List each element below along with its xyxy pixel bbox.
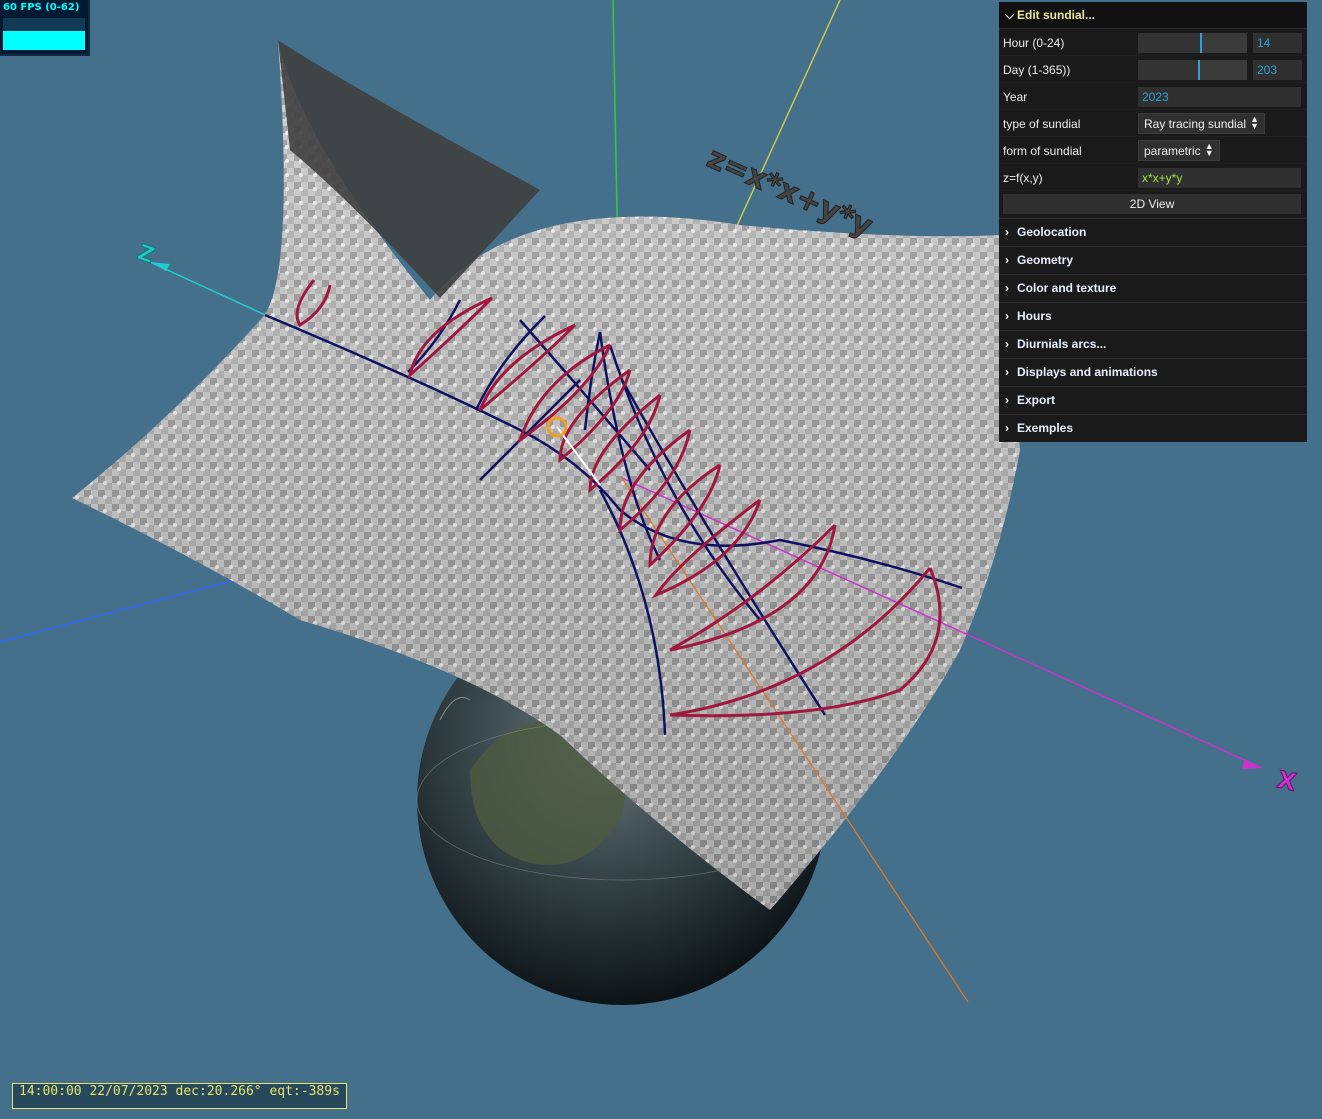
hour-slider[interactable]: [1138, 33, 1247, 53]
type-row: type of sundial Ray tracing sundial ▲ ▼: [999, 110, 1307, 137]
select-arrows-icon: ▲ ▼: [1250, 114, 1260, 131]
folder-item[interactable]: › Geolocation: [999, 218, 1307, 246]
folder-item[interactable]: › Displays and animations: [999, 358, 1307, 386]
axis-x-label: X: [1275, 765, 1299, 796]
day-slider[interactable]: [1138, 60, 1247, 80]
year-input[interactable]: [1138, 87, 1301, 107]
chevron-right-icon: ›: [1005, 253, 1009, 267]
chevron-right-icon: ›: [1005, 225, 1009, 239]
folder-label: Exemples: [1017, 421, 1074, 435]
chevron-right-icon: ›: [1005, 421, 1009, 435]
form-row: form of sundial parametric ▲ ▼: [999, 137, 1307, 164]
form-label: form of sundial: [1003, 144, 1082, 158]
fps-label: 60 FPS (0-62): [3, 2, 80, 13]
edit-sundial-folder[interactable]: ⌵ Edit sundial...: [999, 2, 1307, 29]
form-select[interactable]: parametric ▲ ▼: [1138, 140, 1220, 161]
chevron-down-icon: ⌵: [1005, 8, 1015, 22]
chevron-right-icon: ›: [1005, 281, 1009, 295]
chevron-right-icon: ›: [1005, 393, 1009, 407]
year-label: Year: [1003, 90, 1028, 104]
fps-meter[interactable]: 60 FPS (0-62): [0, 0, 90, 56]
function-label: z=f(x,y): [1003, 171, 1043, 185]
select-arrows-icon: ▲ ▼: [1204, 141, 1214, 158]
type-label: type of sundial: [1003, 117, 1081, 131]
2d-view-button[interactable]: 2D View: [1003, 194, 1301, 214]
chevron-right-icon: ›: [1005, 365, 1009, 379]
chevron-right-icon: ›: [1005, 337, 1009, 351]
function-input[interactable]: [1138, 168, 1301, 188]
fps-graph: [3, 18, 85, 50]
status-readout: 14:00:00 22/07/2023 dec:20.266° eqt:-389…: [12, 1083, 347, 1109]
year-row: Year: [999, 83, 1307, 110]
fps-bar: [3, 31, 85, 50]
axis-z-label: Z: [134, 240, 158, 269]
hour-input[interactable]: [1253, 33, 1302, 53]
edit-sundial-title: Edit sundial...: [1017, 8, 1096, 22]
function-row: z=f(x,y): [999, 164, 1307, 191]
day-slider-fill: [1138, 60, 1200, 80]
day-label: Day (1-365)): [1003, 63, 1071, 77]
type-select-value: Ray tracing sundial: [1144, 117, 1247, 131]
folder-label: Geolocation: [1017, 225, 1087, 239]
folder-item[interactable]: › Diurnials arcs...: [999, 330, 1307, 358]
folder-item[interactable]: › Export: [999, 386, 1307, 414]
folder-item[interactable]: › Geometry: [999, 246, 1307, 274]
folder-list: › Geolocation › Geometry › Color and texture ›…: [999, 218, 1307, 442]
day-row: Day (1-365)): [999, 56, 1307, 83]
folder-label: Hours: [1017, 309, 1052, 323]
folder-label: Displays and animations: [1017, 365, 1158, 379]
hour-slider-fill: [1138, 33, 1202, 53]
folder-label: Geometry: [1017, 253, 1074, 267]
folder-label: Color and texture: [1017, 281, 1117, 295]
folder-item[interactable]: › Color and texture: [999, 274, 1307, 302]
settings-panel: ⌵Edit sundial... Hour (0-24) Day (1-365)…: [999, 2, 1307, 442]
folder-item[interactable]: › Hours: [999, 302, 1307, 330]
day-input[interactable]: [1253, 60, 1302, 80]
form-select-value: parametric: [1144, 144, 1201, 158]
hour-slider-thumb[interactable]: [1200, 33, 1203, 53]
folder-label: Diurnials arcs...: [1017, 337, 1107, 351]
folder-label: Export: [1017, 393, 1056, 407]
chevron-right-icon: ›: [1005, 309, 1009, 323]
folder-item[interactable]: › Exemples: [999, 414, 1307, 442]
hour-label: Hour (0-24): [1003, 36, 1065, 50]
axis-x-arrow: [1242, 761, 1262, 769]
type-select[interactable]: Ray tracing sundial ▲ ▼: [1138, 113, 1266, 134]
view-row: 2D View: [999, 191, 1307, 218]
hour-row: Hour (0-24): [999, 29, 1307, 56]
day-slider-thumb[interactable]: [1198, 60, 1201, 80]
